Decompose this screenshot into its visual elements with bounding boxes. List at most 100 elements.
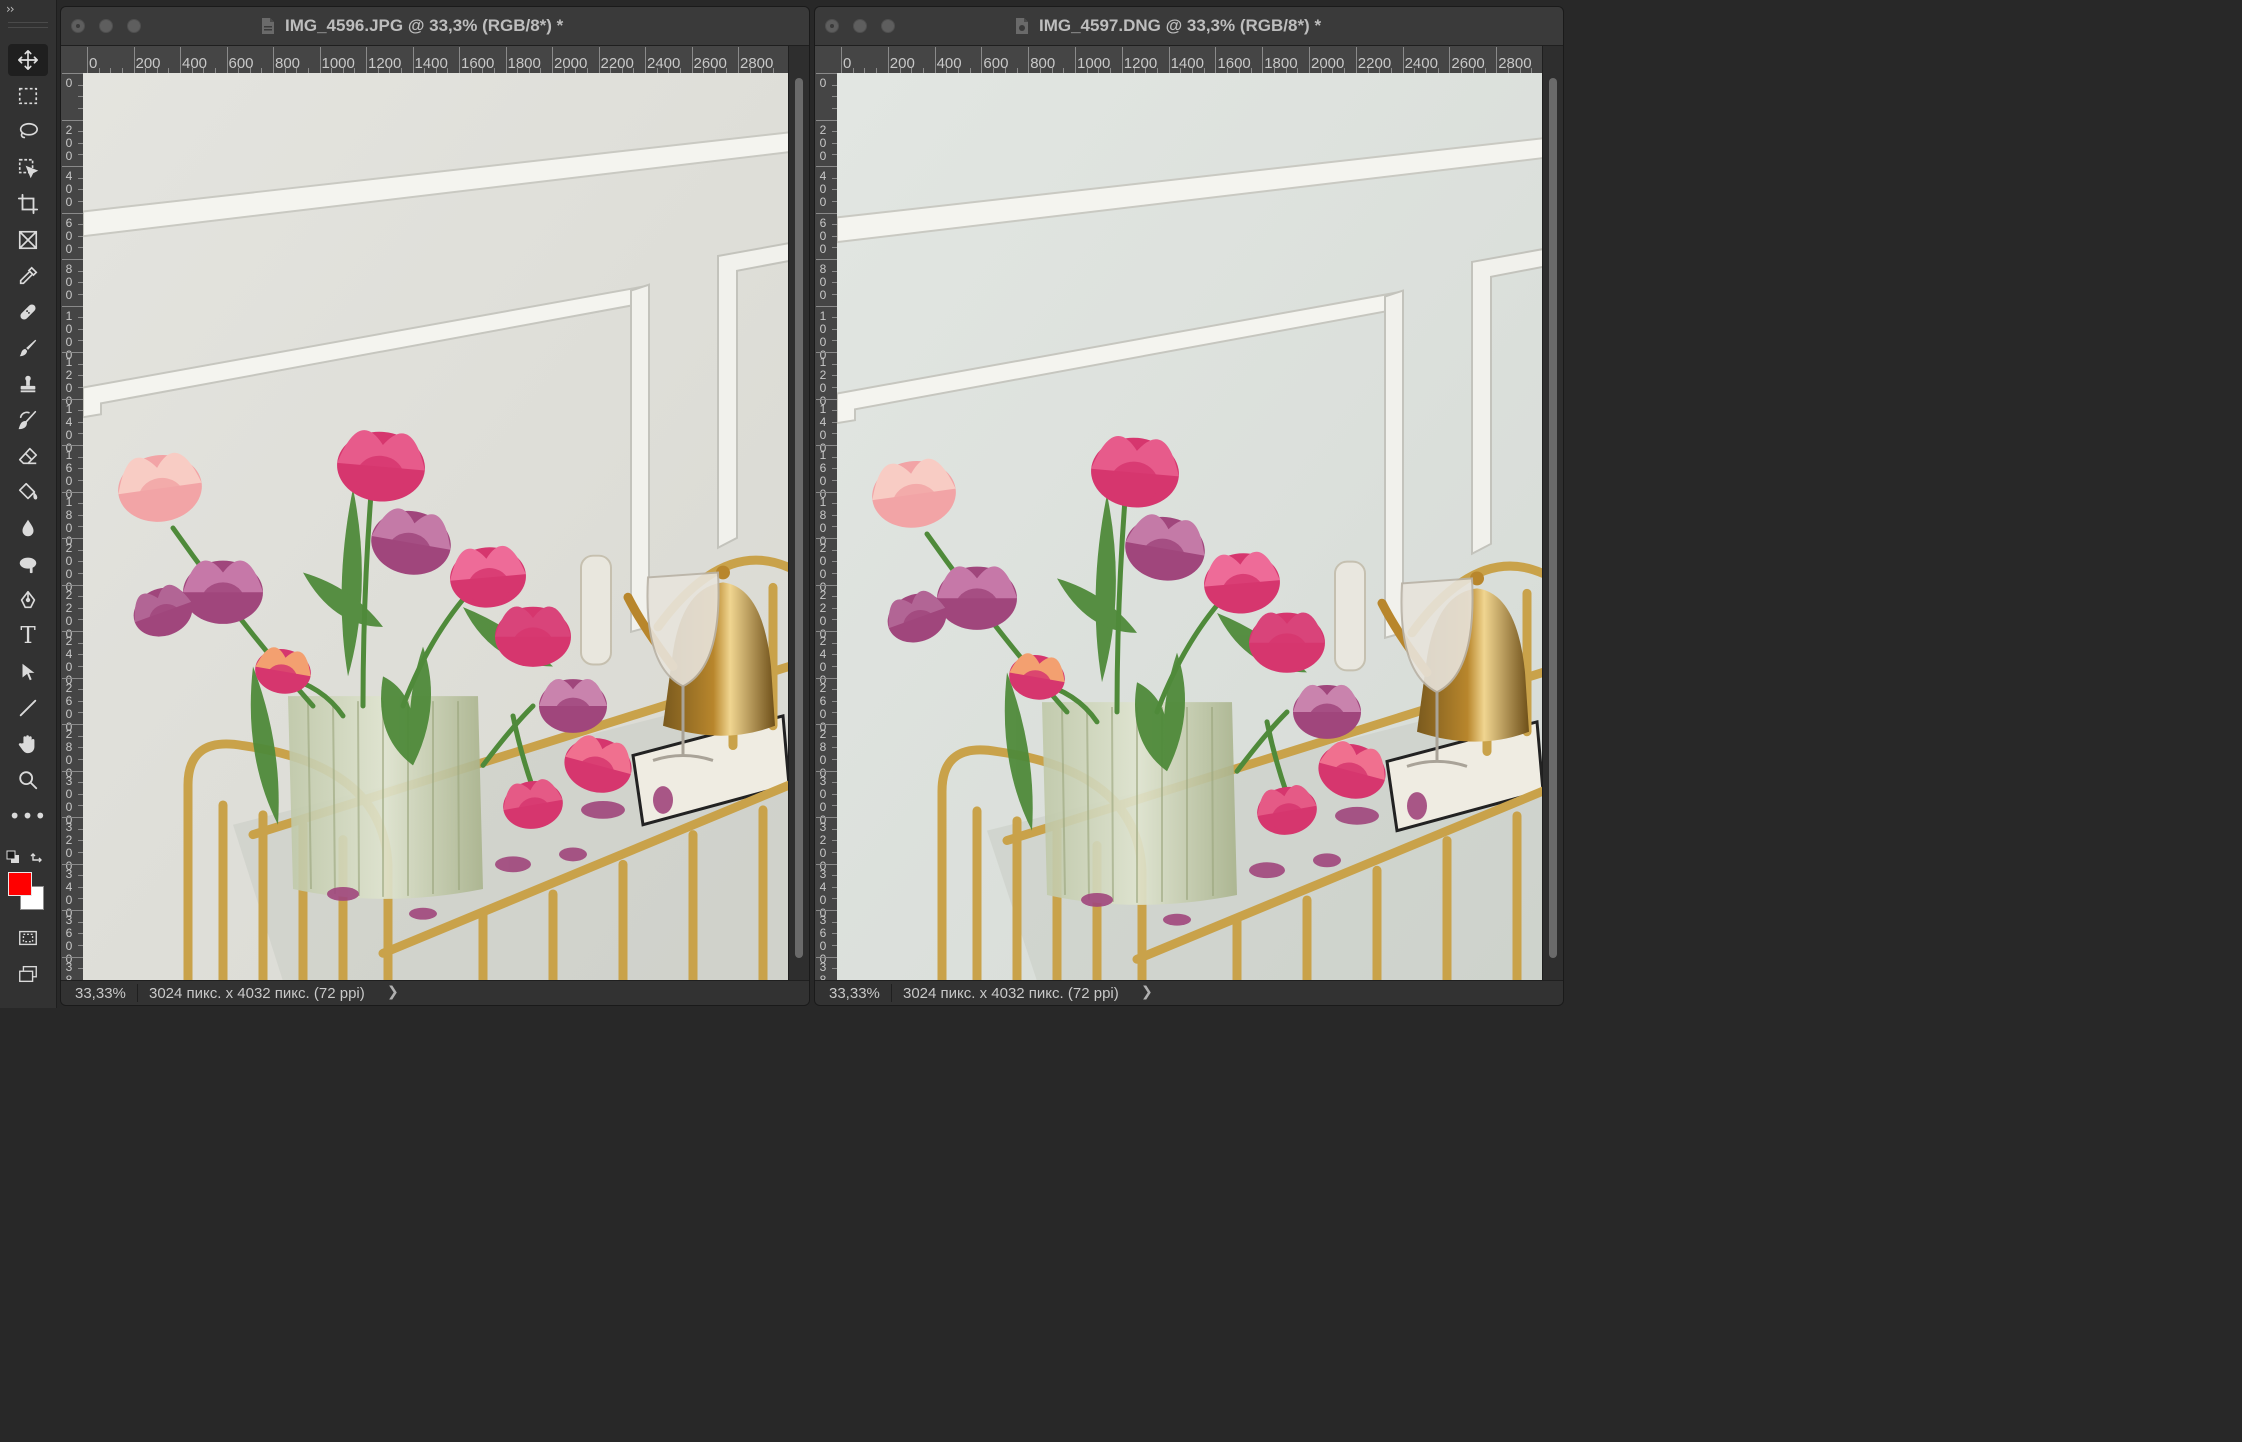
expand-panel-icon[interactable]: ›› [6,2,15,16]
vertical-scrollbar[interactable] [1542,46,1563,981]
document-titlebar[interactable]: IMG_4596.JPG @ 33,3% (RGB/8*) * [61,7,809,46]
document-titlebar[interactable]: IMG_4597.DNG @ 33,3% (RGB/8*) * [815,7,1563,46]
ruler-tick-mark [1121,47,1123,73]
ruler-tick-label: 600 [819,215,827,256]
zoom-tool[interactable] [8,764,48,796]
ruler-tick-mark [412,47,414,73]
ruler-tick-label: 1400 [414,55,448,72]
eraser-icon [18,447,38,465]
scrollbar-thumb[interactable] [1549,78,1557,958]
foreground-color-swatch[interactable] [8,872,32,896]
zoom-level[interactable]: 33,33% [75,985,126,1002]
ruler-tick-label: 2200 [600,55,634,72]
blur-tool[interactable] [8,512,48,544]
ruler-tick-mark [366,47,367,73]
history-brush-tool[interactable] [8,404,48,436]
ruler-tick-label: 3000 [819,773,827,827]
brush-tool[interactable] [8,332,48,364]
zoom-window-button[interactable] [127,19,141,33]
rectangular-marquee-tool[interactable] [8,80,48,112]
type-tool[interactable]: T [8,620,48,652]
ruler-tick-label: 2600 [819,680,827,734]
ruler-tick-label: 3800 [65,959,73,981]
ruler-tick-mark [816,119,837,121]
quick-mask-button[interactable] [8,922,48,954]
ruler-tick-mark [62,956,83,958]
ruler-tick-mark [87,47,88,73]
ruler-tick-label: 2600 [1451,55,1485,72]
image-canvas[interactable] [837,73,1543,981]
ruler-tick-label: 2000 [65,541,73,594]
ruler-tick-mark [62,352,83,353]
ruler-tick-label: 3400 [65,866,73,920]
ruler-tick-mark [62,863,83,865]
status-bar: 33,33% 3024 пикс. x 4032 пикс. (72 ppi) … [815,980,1563,1005]
swap-colors-icon[interactable] [30,849,44,863]
ruler-tick-mark [62,305,83,307]
frame-tool[interactable] [8,224,48,256]
ruler-tick-label: 1800 [65,494,73,548]
pen-tool[interactable] [8,584,48,616]
ruler-tick-label: 200 [819,122,827,163]
ruler-tick-mark [934,47,936,73]
screen-mode-button[interactable] [8,958,48,990]
ruler-tick-mark [816,863,837,865]
default-colors-icon[interactable] [6,850,20,864]
ruler-tick-label: 3400 [819,866,827,920]
minimize-window-button[interactable] [99,19,113,33]
horizontal-ruler[interactable]: 0 200 400 600 800 1000 1200 1400 1600 1800 2000 220… [83,46,789,74]
ruler-tick-label: 2200 [819,587,827,641]
ruler-tick-mark [62,910,83,911]
ruler-tick-label: 1600 [1217,55,1251,72]
zoom-level[interactable]: 33,33% [829,985,880,1002]
ruler-origin[interactable] [815,46,838,74]
chevron-right-icon[interactable]: ❯ [387,984,399,1000]
vertical-scrollbar[interactable] [788,46,809,981]
line-tool[interactable] [8,692,48,724]
ruler-origin[interactable] [61,46,84,74]
hand-tool[interactable] [8,728,48,760]
ruler-tick-label: 1800 [1264,55,1298,72]
image-canvas[interactable] [83,73,789,981]
ruler-tick-mark [62,677,83,679]
tools-panel: ›› T ••• [0,0,57,1008]
object-selection-icon [18,158,39,179]
horizontal-ruler[interactable]: 0 200 400 600 800 1000 1200 1400 1600 1800 2000 220… [837,46,1543,74]
panel-grip[interactable] [8,22,48,28]
healing-brush-tool[interactable] [8,296,48,328]
line-icon [19,699,37,717]
ruler-tick-label: 0 [843,55,852,72]
clone-stamp-tool[interactable] [8,368,48,400]
crop-tool[interactable] [8,188,48,220]
ruler-tick-mark [1355,47,1357,73]
vertical-ruler[interactable]: 0 200 400 600 800 1000 1200 1400 1600 1800 2000 220… [815,73,838,981]
edit-toolbar-button[interactable]: ••• [8,804,48,836]
dodge-tool[interactable] [8,548,48,580]
zoom-window-button[interactable] [881,19,895,33]
paint-bucket-tool[interactable] [8,476,48,508]
chevron-right-icon[interactable]: ❯ [1141,984,1153,1000]
eraser-tool[interactable] [8,440,48,472]
vertical-ruler[interactable]: 0 200 400 600 800 1000 1200 1400 1600 1800 2000 220… [61,73,84,981]
ruler-tick-label: 400 [819,169,827,209]
eyedropper-tool[interactable] [8,260,48,292]
ruler-tick-mark [62,398,83,400]
path-selection-tool[interactable] [8,656,48,688]
object-selection-tool[interactable] [8,152,48,184]
ruler-tick-label: 800 [819,262,827,302]
ruler-tick-mark [816,724,837,725]
ruler-tick-mark [816,73,837,74]
ruler-tick-mark [738,47,739,73]
close-window-button[interactable] [71,19,85,33]
ruler-tick-mark [841,47,842,73]
ruler-tick-label: 3200 [819,820,827,873]
scrollbar-thumb[interactable] [795,78,803,958]
ruler-tick-label: 0 [819,76,827,90]
lasso-tool[interactable] [8,116,48,148]
close-window-button[interactable] [825,19,839,33]
ruler-tick-label: 1400 [1170,55,1204,72]
move-tool[interactable] [8,44,48,76]
minimize-window-button[interactable] [853,19,867,33]
ruler-tick-label: 2400 [647,55,681,72]
ruler-tick-mark [816,352,837,353]
